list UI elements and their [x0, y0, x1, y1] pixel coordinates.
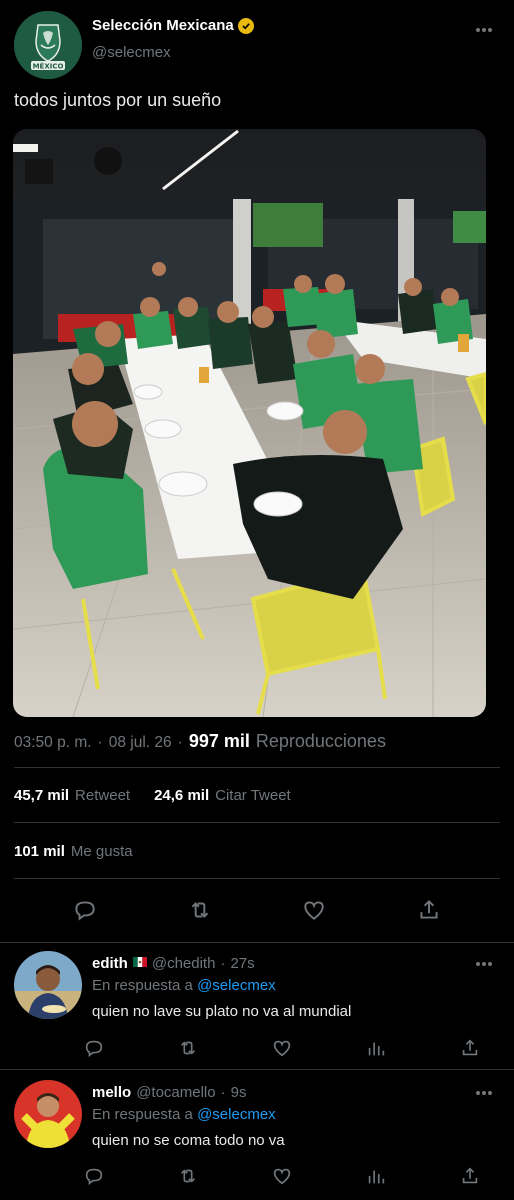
reply-header: edith @chedith · 27s — [92, 955, 255, 972]
verified-badge-icon — [237, 17, 254, 34]
reply-author-handle[interactable]: @tocamello — [136, 1084, 215, 1101]
retweet-icon[interactable] — [176, 1164, 200, 1188]
likes-stats-row: 101 mil Me gusta — [14, 843, 151, 860]
more-options-icon[interactable] — [474, 20, 494, 40]
divider — [14, 878, 500, 879]
author-name-text[interactable]: Selección Mexicana — [92, 17, 234, 34]
reply-context: En respuesta a @selecmex — [92, 1106, 276, 1123]
meta-separator: · — [177, 734, 183, 751]
reply-header: mello @tocamello · 9s — [92, 1084, 246, 1101]
author-handle[interactable]: @selecmex — [92, 44, 171, 61]
views-label: Reproducciones — [255, 731, 386, 751]
tweet-photo[interactable] — [13, 129, 486, 717]
retweet-stats-row: 45,7 mil Retweet 24,6 mil Citar Tweet — [14, 787, 309, 804]
meta-separator: · — [97, 734, 103, 751]
reply-context: En respuesta a @selecmex — [92, 977, 276, 994]
author-display-name[interactable]: Selección Mexicana — [92, 17, 254, 34]
tweet-meta: 03:50 p. m. · 08 jul. 26 · 997 mil Repro… — [14, 731, 386, 752]
reply-text: quien no se coma todo no va — [92, 1132, 285, 1149]
reply-author-handle[interactable]: @chedith — [152, 955, 216, 972]
reply-mention-link[interactable]: @selecmex — [197, 1106, 276, 1123]
retweet-icon[interactable] — [186, 896, 214, 924]
tweet-actions — [0, 896, 514, 924]
reply-more-options-icon[interactable] — [474, 1083, 494, 1103]
reply-actions — [82, 1036, 482, 1060]
reply-icon[interactable] — [82, 1036, 106, 1060]
analytics-icon[interactable] — [364, 1164, 388, 1188]
retweet-label[interactable]: Retweet — [75, 787, 130, 804]
reply-separator: · — [220, 1084, 226, 1101]
tweet-date[interactable]: 08 jul. 26 — [109, 734, 172, 752]
reply-icon[interactable] — [71, 896, 99, 924]
reply-mention-link[interactable]: @selecmex — [197, 977, 276, 994]
divider — [0, 1069, 514, 1070]
retweet-icon[interactable] — [176, 1036, 200, 1060]
reply-icon[interactable] — [82, 1164, 106, 1188]
quote-label[interactable]: Citar Tweet — [215, 787, 291, 804]
reply-avatar[interactable] — [14, 1080, 82, 1148]
reply-text: quien no lave su plato no va al mundial — [92, 1003, 352, 1020]
mexico-flag-icon — [132, 954, 147, 967]
share-icon[interactable] — [458, 1036, 482, 1060]
tweet-time: 03:50 p. m. — [14, 734, 92, 751]
like-heart-icon[interactable] — [300, 896, 328, 924]
divider — [0, 942, 514, 943]
views-count: 997 mil — [188, 731, 250, 751]
reply-avatar[interactable] — [14, 951, 82, 1019]
author-avatar[interactable]: MÉXICO — [14, 11, 82, 79]
reply-more-options-icon[interactable] — [474, 954, 494, 974]
reply-time: 9s — [230, 1084, 247, 1101]
reply-actions — [82, 1164, 482, 1188]
retweet-count[interactable]: 45,7 mil — [14, 787, 69, 804]
share-icon[interactable] — [458, 1164, 482, 1188]
quote-count[interactable]: 24,6 mil — [154, 787, 209, 804]
like-heart-icon[interactable] — [270, 1164, 294, 1188]
divider — [14, 822, 500, 823]
like-heart-icon[interactable] — [270, 1036, 294, 1060]
share-icon[interactable] — [415, 896, 443, 924]
reply-time: 27s — [230, 955, 255, 972]
likes-count[interactable]: 101 mil — [14, 843, 65, 860]
reply-separator: · — [220, 955, 226, 972]
likes-label[interactable]: Me gusta — [71, 843, 133, 860]
tweet-text: todos juntos por un sueño — [14, 90, 222, 110]
reply-author-name[interactable]: mello — [92, 1084, 131, 1101]
divider — [14, 767, 500, 768]
analytics-icon[interactable] — [364, 1036, 388, 1060]
reply-author-name[interactable]: edith — [92, 955, 128, 972]
avatar-logo-text: MÉXICO — [33, 62, 64, 71]
reply-prefix: En respuesta a — [92, 1106, 193, 1123]
reply-prefix: En respuesta a — [92, 977, 193, 994]
